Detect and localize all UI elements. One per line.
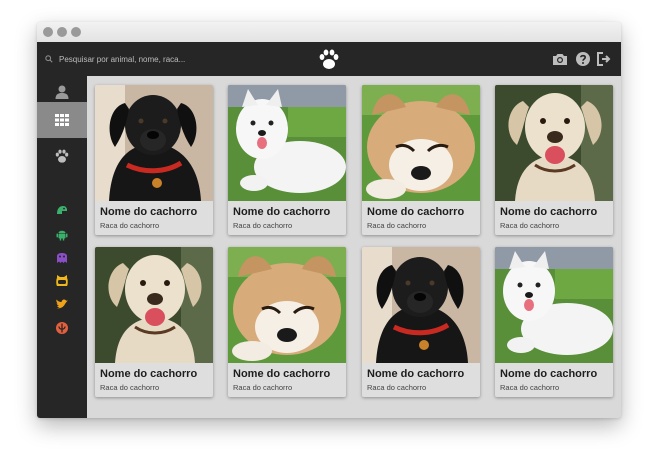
search-input[interactable] (59, 51, 259, 67)
paw-icon (317, 47, 341, 71)
top-bar (37, 42, 621, 76)
dog-breed: Raca do cachorro (233, 221, 293, 230)
grid-icon (55, 114, 69, 126)
sidebar-item-grid[interactable] (37, 102, 87, 138)
dog-card[interactable]: Nome do cachorro Raca do cachorro (228, 247, 346, 397)
window-minimize-button[interactable] (57, 27, 67, 37)
dog-card[interactable]: Nome do cachorro Raca do cachorro (228, 85, 346, 235)
dog-card[interactable]: Nome do cachorro Raca do cachorro (95, 85, 213, 235)
dog-name: Nome do cachorro (500, 206, 598, 218)
dog-photo (228, 247, 346, 363)
dog-photo (95, 85, 213, 201)
dog-photo (495, 85, 613, 201)
window-titlebar (37, 22, 621, 42)
window-close-button[interactable] (43, 27, 53, 37)
dog-card[interactable]: Nome do cachorro Raca do cachorro (362, 247, 480, 397)
sidebar (37, 76, 87, 418)
github-cat-icon[interactable] (55, 274, 69, 288)
help-icon[interactable] (575, 51, 591, 67)
paw-icon (54, 148, 70, 164)
dog-name: Nome do cachorro (233, 206, 331, 218)
android-icon[interactable] (55, 227, 69, 241)
user-icon (55, 85, 69, 99)
dog-name: Nome do cachorro (100, 368, 198, 380)
dog-breed: Raca do cachorro (233, 383, 293, 392)
camera-icon[interactable] (552, 51, 568, 67)
app-window: Nome do cachorro Raca do cachorro Nome d… (37, 22, 621, 418)
dog-photo (362, 247, 480, 363)
dog-name: Nome do cachorro (367, 206, 465, 218)
dog-breed: Raca do cachorro (500, 221, 560, 230)
dog-breed: Raca do cachorro (367, 383, 427, 392)
logout-icon[interactable] (596, 51, 612, 67)
ghost-icon[interactable] (55, 250, 69, 264)
sidebar-item-pets[interactable] (37, 140, 87, 172)
dog-name: Nome do cachorro (367, 368, 465, 380)
dog-photo (362, 85, 480, 201)
dog-card[interactable]: Nome do cachorro Raca do cachorro (95, 247, 213, 397)
dog-card[interactable]: Nome do cachorro Raca do cachorro (495, 85, 613, 235)
dog-breed: Raca do cachorro (100, 383, 160, 392)
search-icon (45, 55, 53, 63)
dog-photo (228, 85, 346, 201)
dog-breed: Raca do cachorro (367, 221, 427, 230)
dog-name: Nome do cachorro (233, 368, 331, 380)
dog-card[interactable]: Nome do cachorro Raca do cachorro (495, 247, 613, 397)
dog-breed: Raca do cachorro (500, 383, 560, 392)
dog-name: Nome do cachorro (100, 206, 198, 218)
dog-name: Nome do cachorro (500, 368, 598, 380)
dog-breed: Raca do cachorro (100, 221, 160, 230)
rebel-icon[interactable] (55, 321, 69, 335)
dog-card[interactable]: Nome do cachorro Raca do cachorro (362, 85, 480, 235)
dog-photo (95, 247, 213, 363)
dog-photo (495, 247, 613, 363)
android-head-icon[interactable] (55, 203, 69, 217)
twitter-icon[interactable] (55, 297, 69, 311)
window-maximize-button[interactable] (71, 27, 81, 37)
